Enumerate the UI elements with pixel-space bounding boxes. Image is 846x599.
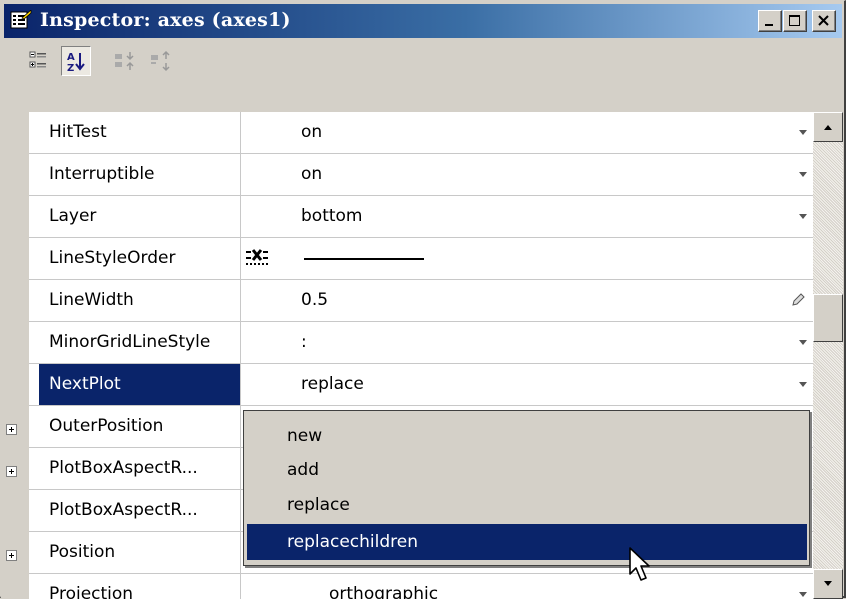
property-name: PlotBoxAspectR... <box>39 490 241 531</box>
property-value[interactable]: orthographic <box>329 574 438 599</box>
chevron-down-icon[interactable] <box>799 172 807 177</box>
property-row-linestyleorder[interactable]: LineStyleOrder <box>29 238 813 280</box>
property-name: MinorGridLineStyle <box>39 322 241 363</box>
property-value[interactable]: on <box>301 112 322 153</box>
chevron-down-icon[interactable] <box>799 382 807 387</box>
property-value[interactable]: replace <box>301 364 364 405</box>
property-value[interactable]: on <box>301 154 322 195</box>
scrollbar-thumb[interactable] <box>813 294 843 342</box>
property-name: PlotBoxAspectR... <box>39 448 241 489</box>
svg-text:A: A <box>67 52 75 63</box>
scroll-down-button[interactable] <box>813 569 843 599</box>
expand-all-icon <box>115 52 134 70</box>
property-name: LineStyleOrder <box>39 238 241 279</box>
property-row-layer[interactable]: Layer bottom <box>29 196 813 238</box>
chevron-down-icon[interactable] <box>799 592 807 597</box>
expand-position-icon[interactable] <box>6 550 17 561</box>
option-new[interactable]: new <box>247 418 807 454</box>
property-name: Interruptible <box>39 154 241 195</box>
chevron-down-icon[interactable] <box>799 130 807 135</box>
collapse-all-icon <box>151 50 170 72</box>
maximize-button[interactable] <box>783 10 807 32</box>
property-value[interactable]: : <box>301 322 307 363</box>
svg-text:Z: Z <box>67 63 74 74</box>
window-title: Inspector: axes (axes1) <box>40 9 291 31</box>
property-name: Layer <box>39 196 241 237</box>
inspector-window: Inspector: axes (axes1) A Z HitTest on I… <box>0 0 846 599</box>
chevron-down-icon[interactable] <box>799 340 807 345</box>
property-row-hittest[interactable]: HitTest on <box>29 112 813 154</box>
property-name: NextPlot <box>39 364 241 405</box>
property-row-nextplot[interactable]: NextPlot replace <box>29 364 813 406</box>
maximize-icon <box>789 15 800 26</box>
property-row-interruptible[interactable]: Interruptible on <box>29 154 813 196</box>
option-replace[interactable]: replace <box>247 487 807 523</box>
nextplot-options-dropdown: new add replace replacechildren <box>243 410 810 566</box>
property-name: Projection <box>39 574 241 599</box>
minimize-button[interactable] <box>758 10 782 32</box>
expander-gutter <box>1 112 29 599</box>
property-row-linewidth[interactable]: LineWidth 0.5 <box>29 280 813 322</box>
property-name: OuterPosition <box>39 406 241 447</box>
property-row-projection[interactable]: Projection orthographic <box>29 574 813 599</box>
solid-line-sample <box>304 258 424 260</box>
pencil-icon[interactable] <box>791 293 805 307</box>
property-row-minorgridlinestyle[interactable]: MinorGridLineStyle : <box>29 322 813 364</box>
property-value[interactable]: 0.5 <box>301 280 328 321</box>
close-icon <box>818 15 829 26</box>
property-name: HitTest <box>39 112 241 153</box>
property-name: Position <box>39 532 241 573</box>
property-name: LineWidth <box>39 280 241 321</box>
alphabetical-sort-button[interactable]: A Z <box>61 46 91 76</box>
arrow-down-icon <box>824 581 832 586</box>
vertical-scrollbar[interactable] <box>813 112 843 599</box>
mouse-pointer-icon <box>629 547 650 581</box>
option-replacechildren[interactable]: replacechildren <box>247 524 807 560</box>
option-add[interactable]: add <box>247 452 807 488</box>
expand-all-button[interactable] <box>111 47 141 77</box>
alphabetical-sort-icon: A Z <box>67 52 85 74</box>
close-button[interactable] <box>812 10 836 32</box>
categorized-view-icon <box>29 51 46 68</box>
arrow-up-icon <box>824 125 832 130</box>
linestyle-editor-icon[interactable] <box>244 247 270 269</box>
expand-plotboxaspectratio-icon[interactable] <box>6 466 17 477</box>
expand-outerposition-icon[interactable] <box>6 424 17 435</box>
inspector-toolbar: A Z <box>4 39 842 109</box>
categorized-view-button[interactable] <box>26 47 56 77</box>
collapse-all-button[interactable] <box>147 47 177 77</box>
scroll-up-button[interactable] <box>813 112 843 142</box>
property-value[interactable]: bottom <box>301 196 362 237</box>
chevron-down-icon[interactable] <box>799 214 807 219</box>
inspector-app-icon <box>10 10 32 29</box>
title-bar[interactable]: Inspector: axes (axes1) <box>4 4 842 38</box>
minimize-icon <box>765 24 773 26</box>
